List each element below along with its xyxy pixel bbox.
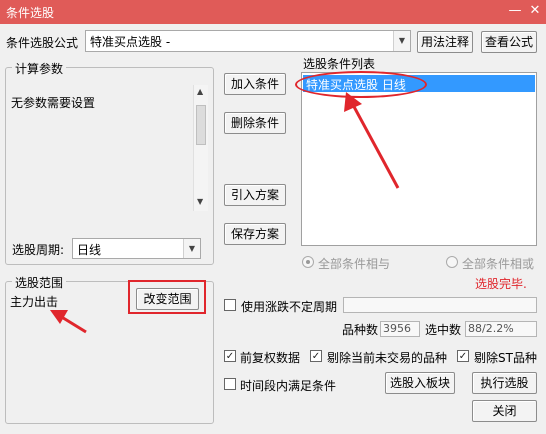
arrow-line bbox=[59, 314, 87, 334]
arrow-head bbox=[344, 92, 362, 112]
arrow-to-list bbox=[344, 92, 400, 189]
arrow-line bbox=[350, 102, 400, 189]
annotation-arrows bbox=[50, 92, 400, 334]
arrow-to-range bbox=[50, 310, 87, 334]
arrow-head bbox=[50, 310, 68, 324]
